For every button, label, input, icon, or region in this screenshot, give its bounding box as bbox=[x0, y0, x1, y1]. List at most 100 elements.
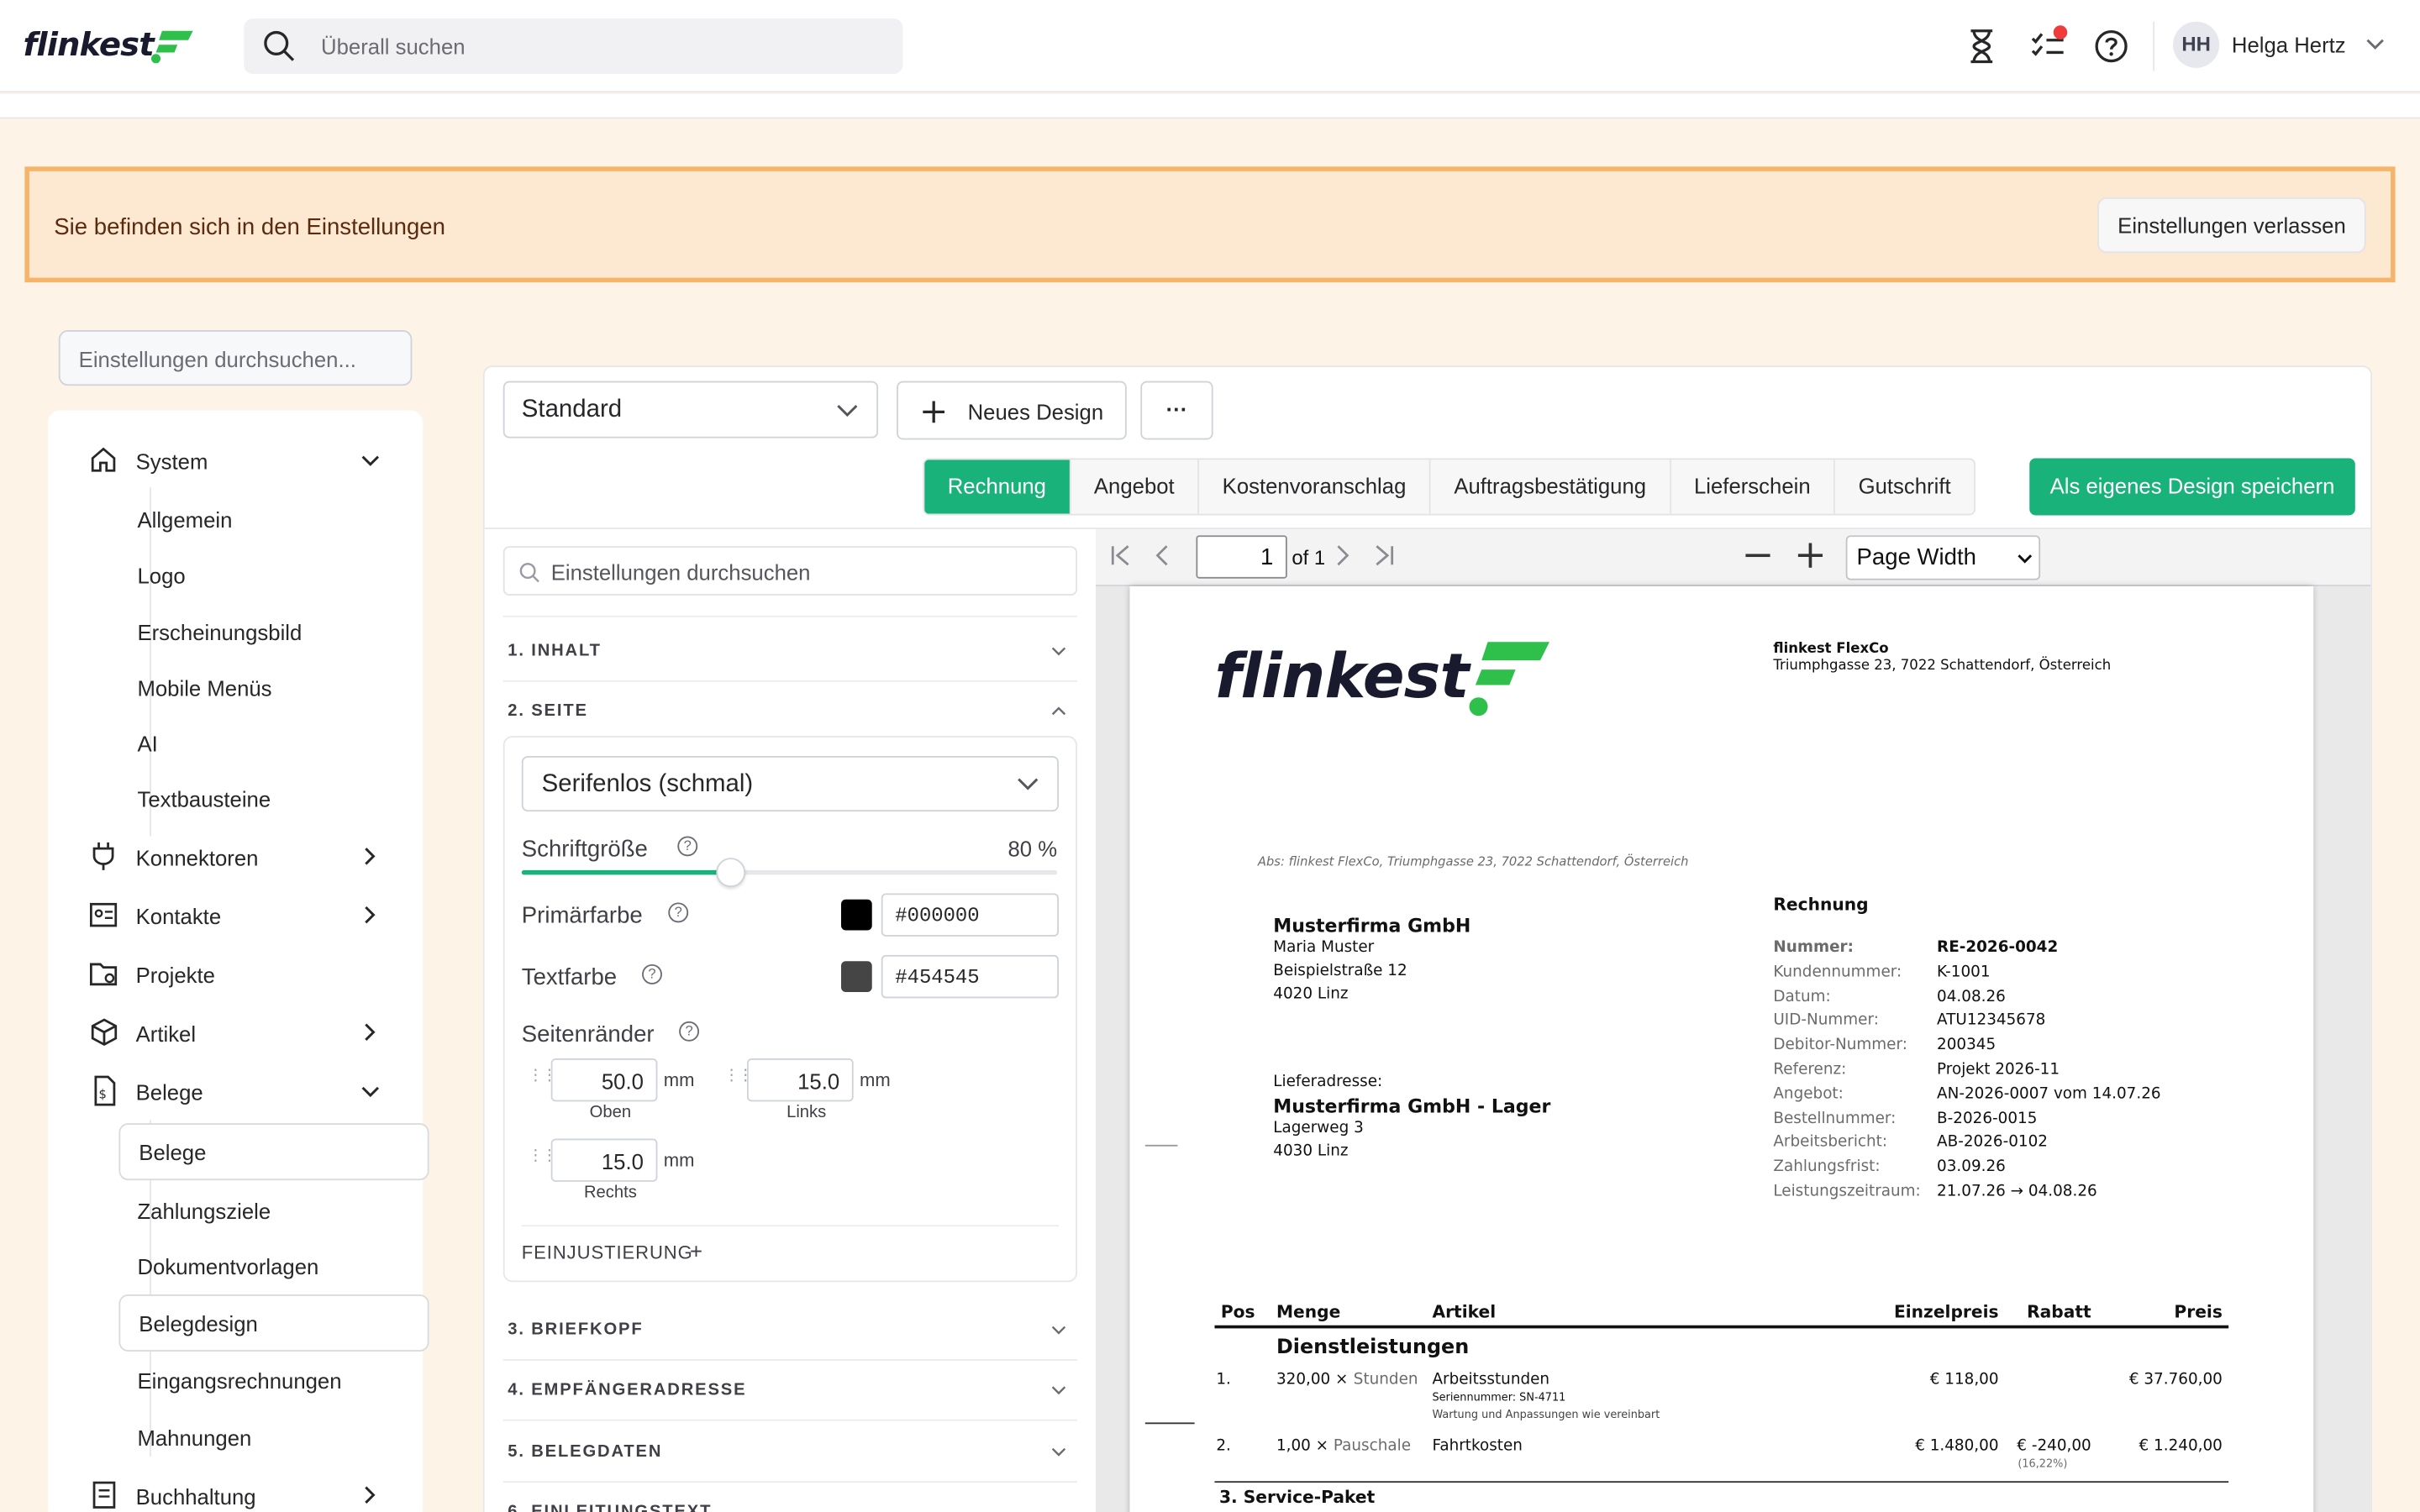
sidebar-item-zahlungsziele[interactable]: Zahlungsziele bbox=[137, 1199, 271, 1223]
help-icon[interactable]: ? bbox=[677, 836, 698, 857]
help-icon[interactable]: ? bbox=[668, 902, 689, 923]
meta-label: Leistungszeitraum: bbox=[1773, 1183, 1921, 1200]
sidebar-item-kontakte[interactable]: Kontakte bbox=[136, 904, 222, 928]
margin-left-caption: Links bbox=[786, 1103, 827, 1122]
meta-label: Angebot: bbox=[1773, 1085, 1844, 1103]
design-settings-search[interactable]: Einstellungen durchsuchen bbox=[502, 546, 1078, 596]
invoice-page: flinkest flinkest FlexCo Triumphgasse 23… bbox=[1129, 585, 2314, 1512]
fine-tune-toggle[interactable]: FEINJUSTIERUNG bbox=[522, 1242, 693, 1264]
sidebar-item-logo[interactable]: Logo bbox=[137, 563, 185, 587]
sidebar-item-konnektoren[interactable]: Konnektoren bbox=[136, 846, 259, 870]
margin-top-caption: Oben bbox=[589, 1103, 632, 1122]
sidebar-item-belegdesign[interactable]: Belegdesign bbox=[139, 1311, 258, 1336]
tab-auftragsbestaetigung[interactable]: Auftragsbestätigung bbox=[1430, 459, 1671, 514]
chevron-right-icon[interactable] bbox=[364, 847, 376, 865]
sidebar-item-buchhaltung[interactable]: Buchhaltung bbox=[136, 1484, 256, 1509]
leave-settings-button[interactable]: Einstellungen verlassen bbox=[2097, 197, 2366, 254]
font-size-slider[interactable] bbox=[521, 858, 1058, 888]
sidebar-item-eingangsrechnungen[interactable]: Eingangsrechnungen bbox=[137, 1368, 341, 1393]
tab-angebot[interactable]: Angebot bbox=[1071, 459, 1200, 514]
tab-lieferschein[interactable]: Lieferschein bbox=[1670, 459, 1836, 514]
next-page-icon[interactable] bbox=[1335, 544, 1350, 566]
global-search[interactable]: Überall suchen bbox=[244, 18, 903, 75]
brand-logo[interactable]: flinkest bbox=[24, 22, 197, 68]
zoom-out-icon[interactable] bbox=[1745, 554, 1770, 559]
meta-value: ATU12345678 bbox=[1937, 1012, 2046, 1030]
sidebar-item-dokumentvorlagen[interactable]: Dokumentvorlagen bbox=[137, 1254, 318, 1278]
section-einleitungstext[interactable]: 6. EINLEITUNGSTEXT bbox=[508, 1503, 1077, 1512]
zoom-select[interactable]: Page Width bbox=[1845, 535, 2041, 580]
sidebar-item-belege-sub[interactable]: Belege bbox=[139, 1140, 206, 1164]
sidebar-item-textbausteine[interactable]: Textbausteine bbox=[137, 787, 271, 811]
first-page-icon[interactable] bbox=[1110, 544, 1132, 566]
settings-search-input[interactable]: Einstellungen durchsuchen... bbox=[58, 330, 413, 386]
plus-icon[interactable]: + bbox=[690, 1239, 702, 1263]
section-seite[interactable]: 2. SEITE bbox=[508, 702, 1077, 721]
chevron-down-icon[interactable] bbox=[361, 455, 380, 468]
section-empfaengeradresse[interactable]: 4. EMPFÄNGERADRESSE bbox=[508, 1381, 1077, 1399]
primary-color-swatch[interactable] bbox=[841, 899, 872, 931]
meta-value: 200345 bbox=[1937, 1037, 1996, 1054]
section-inhalt[interactable]: 1. INHALT bbox=[508, 642, 1077, 660]
divider bbox=[521, 1225, 1059, 1227]
sidebar-item-allgemein[interactable]: Allgemein bbox=[137, 507, 232, 532]
divider bbox=[502, 1359, 1078, 1361]
chevron-down-icon[interactable] bbox=[1051, 1447, 1066, 1457]
row-qty: 1,00 × bbox=[1276, 1437, 1329, 1456]
tab-rechnung[interactable]: Rechnung bbox=[924, 459, 1071, 514]
meta-value: AN-2026-0007 vom 14.07.26 bbox=[1937, 1085, 2161, 1103]
help-icon[interactable]: ? bbox=[679, 1021, 700, 1042]
previous-page-icon[interactable] bbox=[1155, 544, 1170, 566]
margin-left-input[interactable]: 15.0 bbox=[746, 1058, 854, 1102]
text-color-input[interactable]: #454545 bbox=[881, 954, 1059, 999]
chevron-down-icon[interactable] bbox=[1051, 647, 1066, 656]
group-title: Dienstleistungen bbox=[1276, 1336, 1470, 1360]
primary-color-input[interactable]: #000000 bbox=[881, 893, 1059, 937]
text-color-swatch[interactable] bbox=[841, 961, 872, 992]
more-options-button[interactable]: ··· bbox=[1140, 381, 1213, 440]
tab-kostenvoranschlag[interactable]: Kostenvoranschlag bbox=[1199, 459, 1431, 514]
avatar[interactable]: HH bbox=[2173, 21, 2220, 68]
chevron-down-icon[interactable] bbox=[1051, 1326, 1066, 1335]
sidebar-item-ai[interactable]: AI bbox=[137, 732, 157, 756]
sidebar-item-mobile-menus[interactable]: Mobile Menüs bbox=[137, 675, 271, 700]
section-belegdaten[interactable]: 5. BELEGDATEN bbox=[508, 1442, 1077, 1461]
sidebar-item-projekte[interactable]: Projekte bbox=[136, 963, 215, 987]
help-icon[interactable] bbox=[2094, 29, 2128, 63]
font-size-slider-thumb[interactable] bbox=[716, 858, 746, 888]
search-icon bbox=[264, 30, 295, 61]
design-select[interactable]: Standard bbox=[502, 381, 879, 438]
tab-gutschrift[interactable]: Gutschrift bbox=[1835, 459, 1975, 514]
sidebar-item-system[interactable]: System bbox=[136, 449, 208, 473]
new-design-button[interactable]: Neues Design bbox=[897, 381, 1127, 440]
margin-right-input[interactable]: 15.0 bbox=[550, 1138, 658, 1182]
page-number-input[interactable]: 1 bbox=[1196, 535, 1287, 579]
zoom-in-icon[interactable] bbox=[1797, 543, 1823, 568]
chevron-up-icon[interactable] bbox=[1051, 706, 1066, 716]
chevron-down-icon[interactable] bbox=[2366, 39, 2385, 51]
sidebar-item-mahnungen[interactable]: Mahnungen bbox=[137, 1425, 251, 1450]
last-page-icon[interactable] bbox=[1374, 544, 1396, 566]
meta-label: Debitor-Nummer: bbox=[1773, 1037, 1907, 1054]
font-family-select[interactable]: Serifenlos (schmal) bbox=[521, 755, 1059, 812]
section-briefkopf[interactable]: 3. BRIEFKOPF bbox=[508, 1320, 1077, 1339]
chevron-down-icon[interactable] bbox=[1051, 1385, 1066, 1395]
chevron-down-icon[interactable] bbox=[361, 1086, 380, 1099]
margin-top-input[interactable]: 50.0 bbox=[550, 1058, 658, 1102]
sidebar-item-erscheinungsbild[interactable]: Erscheinungsbild bbox=[137, 620, 302, 644]
primary-color-label: Primärfarbe bbox=[521, 902, 643, 929]
new-design-label: Neues Design bbox=[967, 399, 1104, 425]
sidebar-item-artikel[interactable]: Artikel bbox=[136, 1021, 196, 1046]
hourglass-icon[interactable] bbox=[1966, 28, 1997, 65]
save-own-design-button[interactable]: Als eigenes Design speichern bbox=[2029, 458, 2355, 516]
chevron-right-icon[interactable] bbox=[364, 906, 376, 924]
help-icon[interactable]: ? bbox=[642, 963, 662, 984]
chevron-right-icon[interactable] bbox=[364, 1023, 376, 1042]
user-name[interactable]: Helga Hertz bbox=[2232, 33, 2346, 57]
sidebar-item-belege[interactable]: Belege bbox=[136, 1080, 203, 1105]
tasks-icon[interactable] bbox=[2029, 24, 2072, 65]
chevron-right-icon[interactable] bbox=[364, 1486, 376, 1504]
recipient-line: Maria Muster bbox=[1273, 939, 1375, 957]
settings-banner: Sie befinden sich in den Einstellungen E… bbox=[24, 166, 2396, 283]
table-header-item: Artikel bbox=[1432, 1302, 1497, 1323]
